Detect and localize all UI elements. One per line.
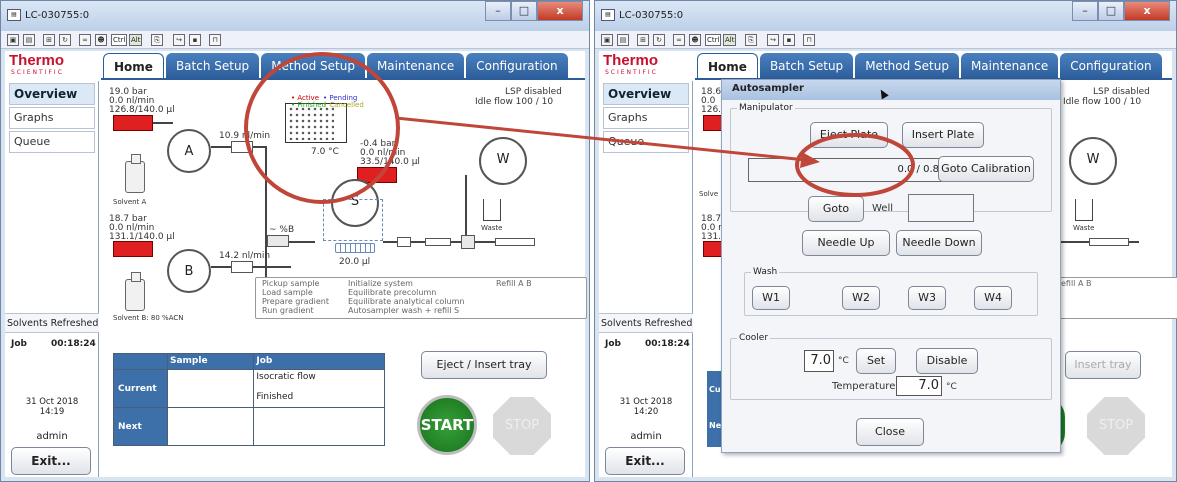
- highlight-circle-right: [795, 133, 915, 197]
- highlight-circle-left: [244, 52, 400, 204]
- annotation-overlay: [244, 52, 915, 204]
- annotation-arrow: [395, 116, 807, 162]
- arrow-head: [800, 152, 820, 168]
